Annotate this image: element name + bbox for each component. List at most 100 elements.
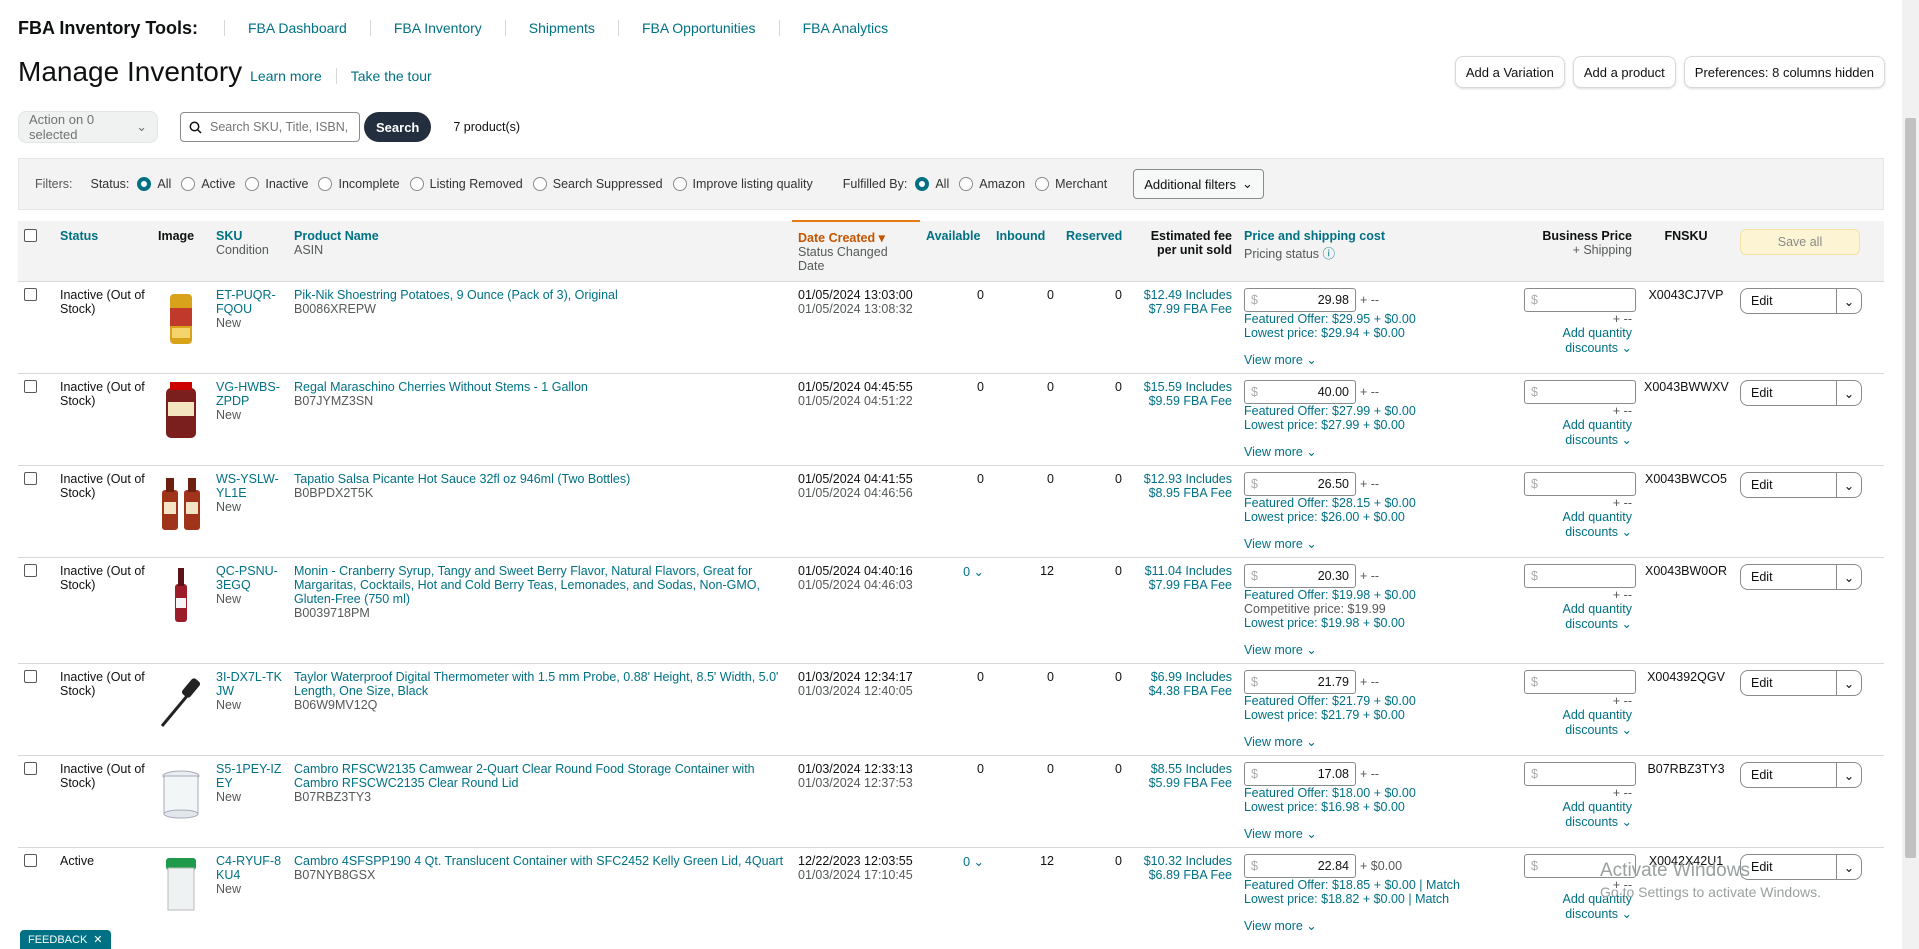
row-sku[interactable]: ET-PUQR-FQOU <box>216 288 282 316</box>
edit-button[interactable]: Edit <box>1741 289 1836 313</box>
lowest-price[interactable]: Lowest price: $19.98 + $0.00 <box>1244 616 1512 630</box>
row-fba-fee[interactable]: $8.95 FBA Fee <box>1134 486 1232 500</box>
price-input[interactable]: $20.30 <box>1244 564 1356 588</box>
col-product-name[interactable]: Product Name ASIN <box>288 221 792 282</box>
view-more-link[interactable]: View more ⌄ <box>1244 536 1512 551</box>
status-radio-improve-quality[interactable]: Improve listing quality <box>672 177 813 191</box>
row-fee-total[interactable]: $10.32 Includes <box>1134 854 1232 868</box>
add-quantity-discounts[interactable]: Add quantity <box>1524 510 1633 524</box>
learn-more-link[interactable]: Learn more <box>250 68 336 84</box>
featured-offer[interactable]: Featured Offer: $28.15 + $0.00 <box>1244 496 1512 510</box>
row-checkbox[interactable] <box>24 762 37 775</box>
discounts-dropdown[interactable]: discounts ⌄ <box>1524 432 1632 447</box>
chevron-down-icon[interactable]: ⌄ <box>1836 473 1861 497</box>
row-sku[interactable]: QC-PSNU-3EGQ <box>216 564 282 592</box>
edit-button[interactable]: Edit <box>1741 381 1836 405</box>
row-checkbox[interactable] <box>24 564 37 577</box>
row-product-name[interactable]: Pik-Nik Shoestring Potatoes, 9 Ounce (Pa… <box>294 288 786 302</box>
info-icon[interactable]: ⓘ <box>1323 247 1336 261</box>
chevron-down-icon[interactable]: ⌄ <box>1836 855 1861 879</box>
row-checkbox[interactable] <box>24 472 37 485</box>
discounts-dropdown[interactable]: discounts ⌄ <box>1524 524 1632 539</box>
featured-offer[interactable]: Featured Offer: $21.79 + $0.00 <box>1244 694 1512 708</box>
status-radio-active[interactable]: Active <box>181 177 235 191</box>
row-product-name[interactable]: Taylor Waterproof Digital Thermometer wi… <box>294 670 786 698</box>
add-product-button[interactable]: Add a product <box>1572 56 1676 88</box>
row-fee-total[interactable]: $15.59 Includes <box>1134 380 1232 394</box>
row-product-name[interactable]: Monin - Cranberry Syrup, Tangy and Sweet… <box>294 564 786 606</box>
chevron-down-icon[interactable]: ⌄ <box>1836 381 1861 405</box>
select-all-checkbox[interactable] <box>24 229 37 242</box>
row-sku[interactable]: 3I-DX7L-TKJW <box>216 670 282 698</box>
row-product-name[interactable]: Regal Maraschino Cherries Without Stems … <box>294 380 786 394</box>
row-fee-total[interactable]: $6.99 Includes <box>1134 670 1232 684</box>
discounts-dropdown[interactable]: discounts ⌄ <box>1524 340 1632 355</box>
col-available[interactable]: Available <box>920 221 990 282</box>
preferences-button[interactable]: Preferences: 8 columns hidden <box>1683 56 1885 88</box>
price-input[interactable]: $26.50 <box>1244 472 1356 496</box>
row-fba-fee[interactable]: $9.59 FBA Fee <box>1134 394 1232 408</box>
edit-split-button[interactable]: Edit ⌄ <box>1740 380 1862 406</box>
edit-split-button[interactable]: Edit ⌄ <box>1740 670 1862 696</box>
featured-offer[interactable]: Featured Offer: $27.99 + $0.00 <box>1244 404 1512 418</box>
price-input[interactable]: $29.98 <box>1244 288 1356 312</box>
nav-fba-inventory[interactable]: FBA Inventory <box>369 20 505 36</box>
col-status[interactable]: Status <box>54 221 152 282</box>
lowest-price[interactable]: Lowest price: $21.79 + $0.00 <box>1244 708 1512 722</box>
chevron-down-icon[interactable]: ⌄ <box>1836 671 1861 695</box>
fulfilled-radio-amazon[interactable]: Amazon <box>959 177 1025 191</box>
price-input[interactable]: $40.00 <box>1244 380 1356 404</box>
row-available[interactable]: 0 ⌄ <box>963 565 984 579</box>
product-image[interactable] <box>158 380 204 445</box>
view-more-link[interactable]: View more ⌄ <box>1244 734 1512 749</box>
price-input[interactable]: $22.84 <box>1244 854 1356 878</box>
scrollbar[interactable] <box>1902 0 1919 949</box>
search-input[interactable] <box>208 119 357 135</box>
col-date-created[interactable]: Date Created ▾ Status Changed Date <box>792 220 920 282</box>
add-variation-button[interactable]: Add a Variation <box>1454 56 1565 88</box>
row-fee-total[interactable]: $8.55 Includes <box>1134 762 1232 776</box>
col-inbound[interactable]: Inbound <box>990 221 1060 282</box>
scrollbar-thumb[interactable] <box>1905 118 1916 858</box>
search-button[interactable]: Search <box>364 112 432 142</box>
add-quantity-discounts[interactable]: Add quantity <box>1524 418 1633 432</box>
edit-split-button[interactable]: Edit ⌄ <box>1740 564 1862 590</box>
status-radio-all[interactable]: All <box>137 177 171 191</box>
row-sku[interactable]: C4-RYUF-8KU4 <box>216 854 282 882</box>
lowest-price[interactable]: Lowest price: $26.00 + $0.00 <box>1244 510 1512 524</box>
row-sku[interactable]: S5-1PEY-IZEY <box>216 762 282 790</box>
edit-button[interactable]: Edit <box>1741 763 1836 787</box>
bulk-action-dropdown[interactable]: Action on 0 selected ⌄ <box>18 111 158 143</box>
business-price-input[interactable]: $ <box>1524 288 1636 312</box>
feedback-tab[interactable]: FEEDBACK ✕ <box>20 930 111 949</box>
price-input[interactable]: $21.79 <box>1244 670 1356 694</box>
add-quantity-discounts[interactable]: Add quantity <box>1524 326 1633 340</box>
featured-offer[interactable]: Featured Offer: $29.95 + $0.00 <box>1244 312 1512 326</box>
view-more-link[interactable]: View more ⌄ <box>1244 918 1512 933</box>
take-tour-link[interactable]: Take the tour <box>335 68 446 84</box>
row-sku[interactable]: WS-YSLW-YL1E <box>216 472 282 500</box>
col-sku[interactable]: SKU Condition <box>210 221 288 282</box>
nav-fba-analytics[interactable]: FBA Analytics <box>778 20 912 36</box>
fulfilled-radio-all[interactable]: All <box>915 177 949 191</box>
add-quantity-discounts[interactable]: Add quantity <box>1524 708 1633 722</box>
row-fba-fee[interactable]: $6.89 FBA Fee <box>1134 868 1232 882</box>
view-more-link[interactable]: View more ⌄ <box>1244 352 1512 367</box>
business-price-input[interactable]: $ <box>1524 564 1636 588</box>
lowest-price[interactable]: Lowest price: $16.98 + $0.00 <box>1244 800 1512 814</box>
edit-button[interactable]: Edit <box>1741 565 1836 589</box>
lowest-price[interactable]: Lowest price: $18.82 + $0.00 | Match <box>1244 892 1512 906</box>
col-reserved[interactable]: Reserved <box>1060 221 1128 282</box>
featured-offer[interactable]: Featured Offer: $18.00 + $0.00 <box>1244 786 1512 800</box>
featured-offer[interactable]: Featured Offer: $19.98 + $0.00 <box>1244 588 1512 602</box>
row-checkbox[interactable] <box>24 854 37 867</box>
close-icon[interactable]: ✕ <box>93 933 102 946</box>
col-price[interactable]: Price and shipping cost Pricing status ⓘ <box>1238 221 1518 282</box>
add-quantity-discounts[interactable]: Add quantity <box>1524 800 1633 814</box>
nav-fba-opportunities[interactable]: FBA Opportunities <box>617 20 779 36</box>
nav-fba-dashboard[interactable]: FBA Dashboard <box>224 20 370 36</box>
nav-shipments[interactable]: Shipments <box>504 20 618 36</box>
row-sku[interactable]: VG-HWBS-ZPDP <box>216 380 282 408</box>
business-price-input[interactable]: $ <box>1524 762 1636 786</box>
row-fee-total[interactable]: $12.93 Includes <box>1134 472 1232 486</box>
